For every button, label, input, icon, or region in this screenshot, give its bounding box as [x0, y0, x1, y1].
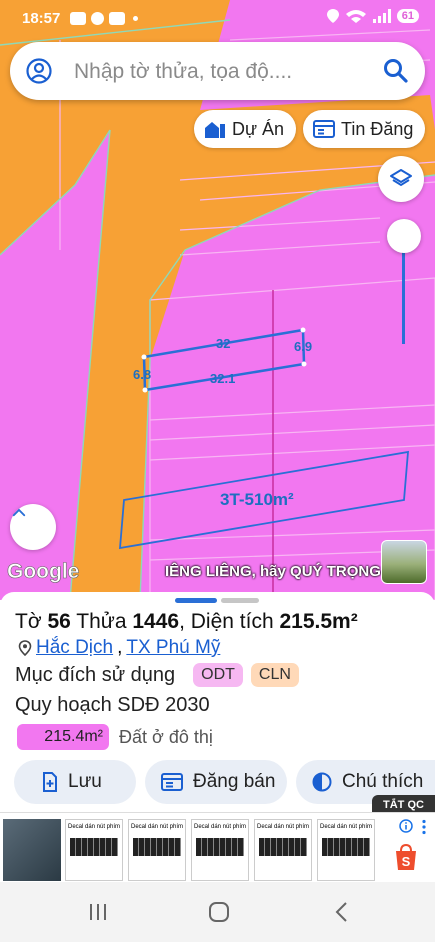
dim-bottom-label: 32.1 — [210, 371, 236, 386]
wifi-icon — [345, 10, 366, 23]
contrast-icon — [312, 772, 332, 792]
zalo-icon — [109, 12, 125, 25]
notification-icon — [70, 12, 86, 25]
parcel-number: 1446 — [132, 610, 180, 633]
zone-label: 3T-510m² — [220, 490, 294, 509]
ad-card[interactable]: Decal dán nút phím — [65, 819, 123, 881]
tag-odt[interactable]: ODT — [193, 663, 243, 687]
ad-card[interactable]: Decal dán nút phím — [317, 819, 375, 881]
chevron-up-icon — [12, 508, 26, 517]
ad-card[interactable]: Decal dán nút phím — [128, 819, 186, 881]
post-sale-label: Đăng bán — [193, 771, 276, 792]
google-logo: Google — [7, 560, 80, 584]
sheet-page-indicator — [221, 598, 259, 603]
save-label: Lưu — [68, 771, 102, 792]
legend-label: Chú thích — [342, 771, 424, 792]
search-icon[interactable] — [383, 58, 409, 84]
planning-area-badge: 215.4m² — [17, 724, 109, 750]
dim-right-label: 6.9 — [294, 339, 313, 354]
building-icon — [205, 122, 225, 138]
search-bar — [10, 42, 425, 100]
parcel-location: Hắc Dịch, TX Phú Mỹ — [18, 637, 220, 659]
svg-text:S: S — [402, 854, 411, 869]
recent-apps-icon[interactable] — [88, 902, 108, 922]
keyboard-image — [133, 838, 181, 856]
sheet-number: 56 — [47, 610, 71, 633]
system-nav-bar — [0, 882, 435, 942]
shopee-icon: S — [396, 843, 416, 870]
search-input[interactable] — [72, 52, 376, 92]
save-doc-icon — [43, 772, 57, 792]
purpose-label: Mục đích sử dụng — [15, 663, 176, 686]
sheet-page-indicator-active — [175, 598, 217, 603]
keyboard-image — [70, 838, 118, 856]
street-view-thumbnail[interactable] — [381, 540, 427, 584]
back-icon[interactable] — [334, 901, 348, 923]
listing-label: Tin Đăng — [341, 118, 414, 139]
user-icon[interactable] — [26, 58, 52, 84]
expand-up-button[interactable] — [10, 504, 56, 550]
layers-icon — [390, 169, 412, 187]
location-pin-icon — [18, 640, 32, 656]
ad-menu-icon[interactable] — [421, 819, 427, 835]
commune-link[interactable]: Hắc Dịch — [36, 637, 113, 659]
ad-banner[interactable]: Decal dán nút phím Decal dán nút phím De… — [0, 812, 435, 883]
battery-level: 61 — [396, 9, 419, 23]
chrome-icon — [91, 12, 104, 25]
home-icon[interactable] — [208, 901, 230, 923]
opacity-slider-handle[interactable] — [387, 219, 421, 253]
ad-info-icon[interactable] — [399, 819, 413, 833]
status-time: 18:57 — [22, 10, 61, 27]
save-button[interactable]: Lưu — [14, 760, 136, 804]
ad-card[interactable]: Decal dán nút phím — [254, 819, 312, 881]
opacity-slider-track[interactable] — [402, 252, 405, 344]
parcel-area: 215.5m² — [279, 610, 358, 633]
parcel-title: Tờ 56 Thửa 1446, Diện tích 215.5m² — [15, 610, 358, 633]
location-icon — [326, 9, 339, 23]
slogan-banner: IÊNG LIÊNG, hãy QUÝ TRỌNG — [165, 563, 381, 580]
signal-icon — [372, 9, 391, 23]
project-button[interactable]: Dự Án — [194, 110, 297, 148]
land-use-row: Mục đích sử dụng ODT CLN — [15, 663, 299, 687]
ad-product-image[interactable] — [3, 819, 61, 881]
layers-button[interactable] — [378, 156, 424, 202]
planning-row: 215.4m² Đất ở đô thị — [17, 724, 213, 750]
planning-label: Quy hoạch SDĐ 2030 — [15, 694, 210, 716]
town-link[interactable]: TX Phú Mỹ — [126, 637, 220, 659]
dim-left-label: 6.8 — [133, 367, 152, 382]
dim-top-label: 32 — [216, 336, 231, 351]
project-label: Dự Án — [232, 118, 285, 139]
planning-description: Đất ở đô thị — [119, 726, 213, 747]
keyboard-image — [259, 838, 307, 856]
status-bar: 18:57 61 — [0, 0, 435, 38]
keyboard-image — [196, 838, 244, 856]
listing-icon — [313, 120, 335, 138]
dot-icon — [133, 16, 138, 21]
post-sale-button[interactable]: Đăng bán — [145, 760, 287, 804]
post-icon — [161, 773, 183, 791]
keyboard-image — [322, 838, 370, 856]
listing-button[interactable]: Tin Đăng — [303, 110, 426, 148]
ad-card[interactable]: Decal dán nút phím — [191, 819, 249, 881]
tag-cln[interactable]: CLN — [250, 663, 299, 687]
